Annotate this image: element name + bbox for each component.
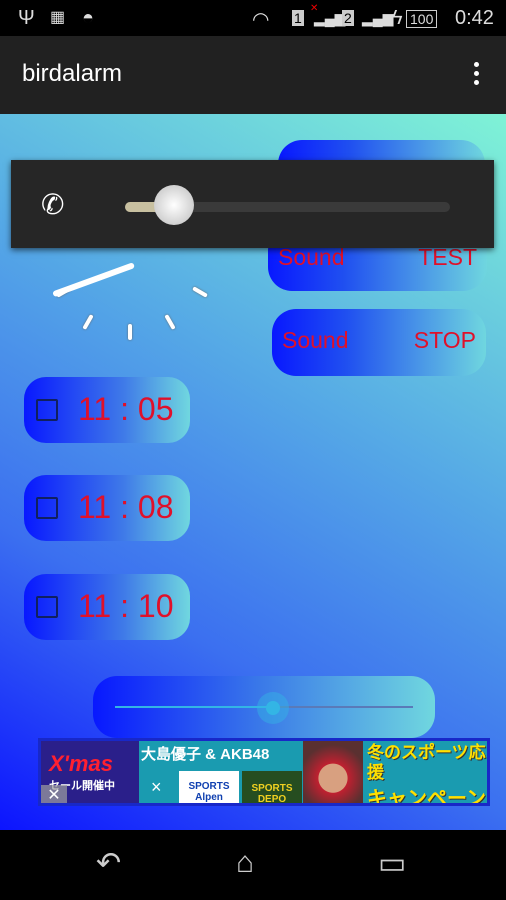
wifi-icon: ◠ xyxy=(252,9,270,31)
ad-text: 大島優子 & AKB48 xyxy=(141,746,270,763)
ringer-volume-icon: ✆ xyxy=(41,189,65,220)
alarm-row[interactable]: 11 : 08 xyxy=(24,475,190,541)
recents-icon[interactable]: ▭ xyxy=(378,846,406,881)
alarm-row[interactable]: 11 : 05 xyxy=(24,377,190,443)
ad-campaign: 冬のスポーツ応援キャンペーン xyxy=(367,743,487,806)
seek-bar[interactable] xyxy=(93,676,435,738)
seek-thumb[interactable] xyxy=(256,692,289,724)
signal-icon: ▂▄▆ xyxy=(362,10,394,26)
battery-icon: 100 xyxy=(406,10,438,28)
ad-text: キャンペーン xyxy=(367,788,486,806)
ad-photo xyxy=(303,741,363,803)
alarm-row[interactable]: 11 : 10 xyxy=(24,574,190,640)
volume-dialog: ✆ xyxy=(11,160,494,248)
button-label: TEST xyxy=(418,244,477,270)
overflow-menu-icon[interactable] xyxy=(474,62,480,89)
alarm-time[interactable]: 11 : 08 xyxy=(78,489,173,526)
app-title: birdalarm xyxy=(22,60,123,87)
clock-hand xyxy=(52,262,136,298)
charging-icon: ϟ xyxy=(392,7,403,29)
sim-icon: ▦ xyxy=(50,9,66,26)
home-icon[interactable]: ⌂ xyxy=(236,846,254,880)
sim1-badge: 1 xyxy=(292,10,304,26)
alarm-time[interactable]: 11 : 05 xyxy=(78,391,173,428)
seek-progress xyxy=(115,706,273,708)
android-icon: ◓ xyxy=(82,7,95,29)
ad-text: × xyxy=(151,777,162,797)
clock: 0:42 xyxy=(455,7,494,29)
alarm-time[interactable]: 11 : 10 xyxy=(78,588,173,625)
ad-logo-depo: SPORTS DEPO xyxy=(242,771,302,803)
signal-icon: ▂▄▆ xyxy=(314,10,346,26)
ad-logo-alpen: SPORTS Alpen xyxy=(179,771,239,803)
alarm-checkbox[interactable] xyxy=(36,399,58,421)
ad-text: X'mas xyxy=(49,751,113,776)
volume-thumb[interactable] xyxy=(153,185,194,225)
back-icon[interactable]: ↶ xyxy=(96,846,121,881)
app-bar: birdalarm xyxy=(0,36,506,114)
usb-icon: Ψ xyxy=(18,7,35,29)
sim2-badge: 2 xyxy=(342,10,354,26)
button-label: Sound xyxy=(278,244,345,270)
sound-stop-button[interactable]: Sound STOP xyxy=(272,309,486,376)
alarm-checkbox[interactable] xyxy=(36,497,58,519)
status-bar: Ψ ▦ ◓ ◠ 1 ✕ ▂▄▆ 2 ▂▄▆ ϟ 100 0:42 xyxy=(0,0,506,36)
ad-text: 冬のスポーツ応援 xyxy=(367,743,486,782)
button-label: Sound xyxy=(282,327,349,353)
alarm-checkbox[interactable] xyxy=(36,596,58,618)
button-label: STOP xyxy=(413,327,476,353)
navigation-bar: ↶ ⌂ ▭ xyxy=(0,830,506,900)
ad-close-button[interactable]: ✕ xyxy=(41,785,67,803)
ad-banner[interactable]: X'mas セール開催中 大島優子 & AKB48 × SPORTS Alpen … xyxy=(38,738,490,806)
